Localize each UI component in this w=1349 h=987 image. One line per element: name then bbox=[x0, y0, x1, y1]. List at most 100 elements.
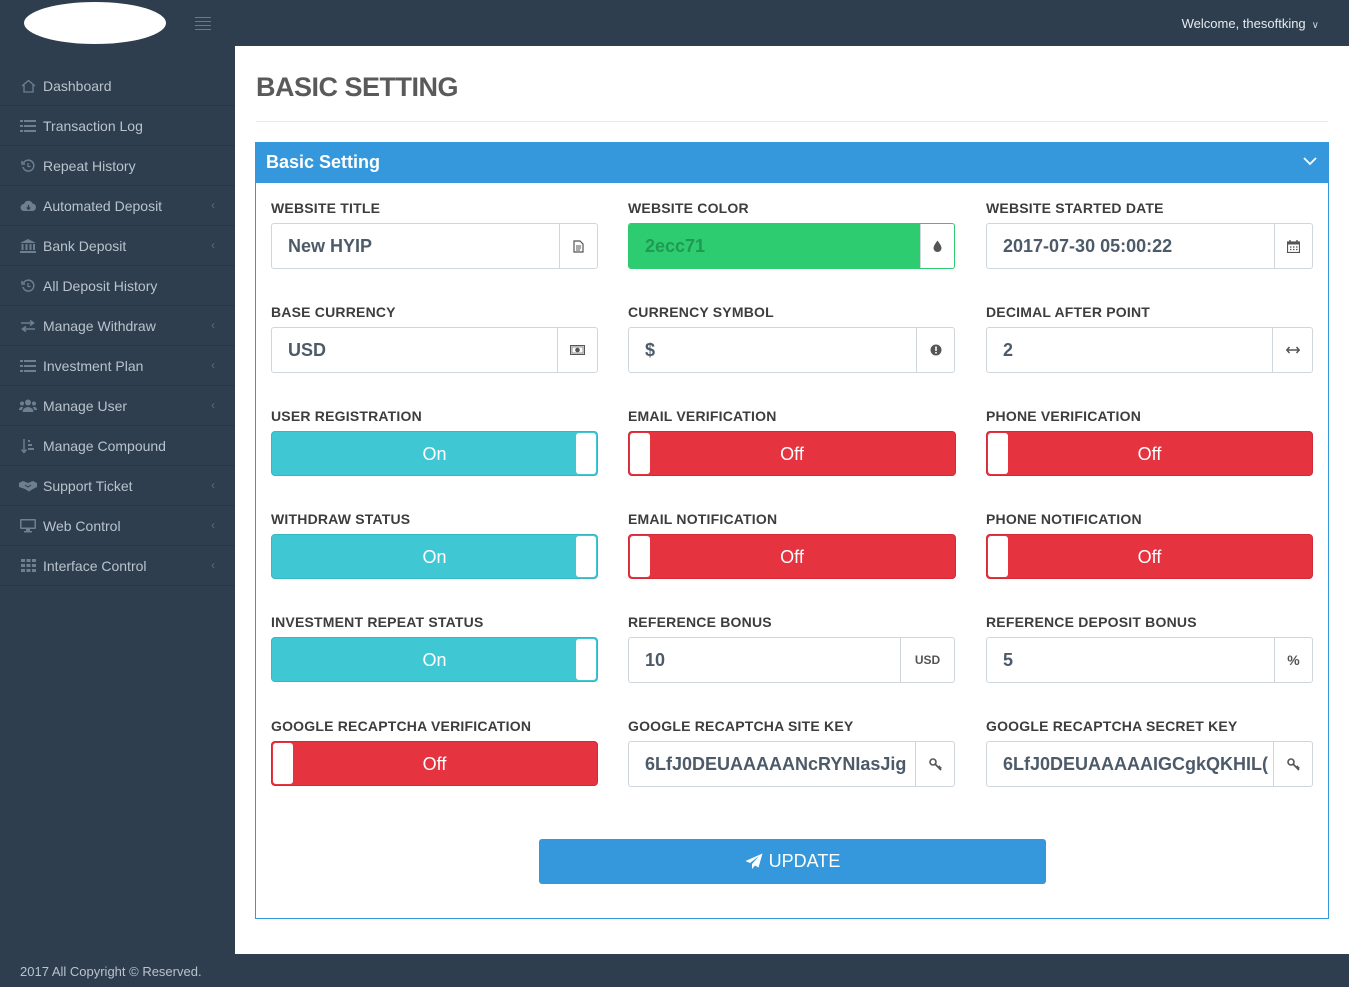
user-registration-field: USER REGISTRATION On bbox=[271, 408, 598, 476]
menu-toggle-icon[interactable] bbox=[195, 17, 211, 30]
chevron-down-icon[interactable] bbox=[1302, 153, 1318, 169]
sidebar-item-label: Manage User bbox=[43, 397, 128, 414]
toggle-knob bbox=[576, 639, 596, 680]
phone-notification-toggle[interactable]: Off bbox=[986, 534, 1313, 579]
toggle-state: On bbox=[422, 547, 447, 567]
toggle-state: Off bbox=[1137, 444, 1162, 464]
field-label: EMAIL NOTIFICATION bbox=[628, 511, 778, 527]
panel-header: Basic Setting bbox=[256, 143, 1328, 183]
email-verification-toggle[interactable]: Off bbox=[628, 431, 956, 476]
sidebar-item-manage-withdraw[interactable]: Manage Withdraw ‹ bbox=[0, 306, 235, 346]
currency-symbol-input[interactable]: $ bbox=[629, 328, 916, 372]
field-label: GOOGLE RECAPTCHA SECRET KEY bbox=[986, 718, 1238, 734]
sidebar-item-interface-control[interactable]: Interface Control ‹ bbox=[0, 546, 235, 586]
phone-notification-field: PHONE NOTIFICATION Off bbox=[986, 511, 1313, 579]
email-notification-toggle[interactable]: Off bbox=[628, 534, 956, 579]
sidebar-item-repeat-history[interactable]: Repeat History bbox=[0, 146, 235, 186]
investment-repeat-status-toggle[interactable]: On bbox=[271, 637, 598, 682]
google-recaptcha-secret-key-input[interactable]: 6LfJ0DEUAAAAAIGCgkQKHIL( bbox=[987, 742, 1273, 786]
toggle-knob bbox=[988, 433, 1008, 474]
decimal-after-point-input[interactable]: 2 bbox=[987, 328, 1272, 372]
sidebar-item-label: Support Ticket bbox=[43, 477, 133, 494]
chevron-left-icon: ‹ bbox=[211, 518, 215, 532]
toggle-knob bbox=[576, 536, 596, 577]
user-menu[interactable]: Welcome, thesoftking ∨ bbox=[1182, 16, 1319, 31]
update-button[interactable]: UPDATE bbox=[539, 839, 1046, 884]
field-label: CURRENCY SYMBOL bbox=[628, 304, 774, 320]
chevron-left-icon: ‹ bbox=[211, 358, 215, 372]
field-label: PHONE VERIFICATION bbox=[986, 408, 1142, 424]
base-currency-input[interactable]: USD bbox=[272, 328, 557, 372]
field-label: WEBSITE COLOR bbox=[628, 200, 749, 216]
phone-verification-field: PHONE VERIFICATION Off bbox=[986, 408, 1313, 476]
email-notification-field: EMAIL NOTIFICATION Off bbox=[628, 511, 956, 579]
toggle-knob bbox=[630, 433, 650, 474]
arrows-h-icon bbox=[1272, 328, 1312, 372]
sidebar: Dashboard Transaction Log Repeat History… bbox=[0, 46, 235, 954]
base-currency-field: BASE CURRENCY USD bbox=[271, 304, 598, 373]
sidebar-item-support-ticket[interactable]: Support Ticket ‹ bbox=[0, 466, 235, 506]
exclamation-icon bbox=[916, 328, 954, 372]
field-label: USER REGISTRATION bbox=[271, 408, 422, 424]
field-label: DECIMAL AFTER POINT bbox=[986, 304, 1151, 320]
sidebar-item-transaction-log[interactable]: Transaction Log bbox=[0, 106, 235, 146]
exchange-icon bbox=[17, 318, 39, 334]
sidebar-item-all-deposit-history[interactable]: All Deposit History bbox=[0, 266, 235, 306]
cloud-download-icon bbox=[17, 198, 39, 214]
website-title-input[interactable]: New HYIP bbox=[272, 224, 559, 268]
google-recaptcha-site-key-field: GOOGLE RECAPTCHA SITE KEY 6LfJ0DEUAAAAAN… bbox=[628, 718, 955, 787]
money-icon bbox=[557, 328, 597, 372]
field-label: INVESTMENT REPEAT STATUS bbox=[271, 614, 484, 630]
sidebar-item-automated-deposit[interactable]: Automated Deposit ‹ bbox=[0, 186, 235, 226]
sidebar-item-manage-user[interactable]: Manage User ‹ bbox=[0, 386, 235, 426]
top-navbar: Welcome, thesoftking ∨ bbox=[0, 0, 1349, 46]
field-label: PHONE NOTIFICATION bbox=[986, 511, 1142, 527]
sidebar-item-manage-compound[interactable]: Manage Compound bbox=[0, 426, 235, 466]
sidebar-item-web-control[interactable]: Web Control ‹ bbox=[0, 506, 235, 546]
field-label: WITHDRAW STATUS bbox=[271, 511, 411, 527]
phone-verification-toggle[interactable]: Off bbox=[986, 431, 1313, 476]
sidebar-item-bank-deposit[interactable]: Bank Deposit ‹ bbox=[0, 226, 235, 266]
chevron-left-icon: ‹ bbox=[211, 478, 215, 492]
currency-addon: USD bbox=[900, 638, 954, 682]
site-logo[interactable] bbox=[24, 2, 166, 44]
sidebar-item-label: Dashboard bbox=[43, 77, 112, 94]
google-recaptcha-verification-field: GOOGLE RECAPTCHA VERIFICATION Off bbox=[271, 718, 598, 786]
sidebar-item-label: Investment Plan bbox=[43, 357, 144, 374]
field-label: REFERENCE BONUS bbox=[628, 614, 772, 630]
panel-title: Basic Setting bbox=[266, 152, 381, 172]
sidebar-item-investment-plan[interactable]: Investment Plan ‹ bbox=[0, 346, 235, 386]
google-recaptcha-site-key-input[interactable]: 6LfJ0DEUAAAAANcRYNIasJig bbox=[629, 742, 915, 786]
key-icon bbox=[1273, 742, 1312, 786]
page-title: BASIC SETTING bbox=[256, 72, 459, 102]
sidebar-item-label: Manage Withdraw bbox=[43, 317, 156, 334]
basic-setting-panel: Basic Setting WEBSITE TITLE New HYIP WEB… bbox=[255, 142, 1329, 919]
website-started-date-input[interactable]: 2017-07-30 05:00:22 bbox=[987, 224, 1274, 268]
history-icon bbox=[17, 278, 39, 294]
website-color-input[interactable]: 2ecc71 bbox=[629, 224, 920, 268]
reference-deposit-bonus-input[interactable]: 5 bbox=[987, 638, 1274, 682]
website-color-field: WEBSITE COLOR 2ecc71 bbox=[628, 200, 955, 269]
withdraw-status-toggle[interactable]: On bbox=[271, 534, 598, 579]
desktop-icon bbox=[17, 518, 39, 534]
sidebar-item-dashboard[interactable]: Dashboard bbox=[0, 66, 235, 106]
google-recaptcha-verification-toggle[interactable]: Off bbox=[271, 741, 598, 786]
user-registration-toggle[interactable]: On bbox=[271, 431, 598, 476]
grid-icon bbox=[17, 558, 39, 574]
sidebar-item-label: Bank Deposit bbox=[43, 237, 127, 254]
website-title-field: WEBSITE TITLE New HYIP bbox=[271, 200, 598, 269]
field-label: EMAIL VERIFICATION bbox=[628, 408, 777, 424]
toggle-knob bbox=[576, 433, 596, 474]
sidebar-menu: Dashboard Transaction Log Repeat History… bbox=[0, 66, 235, 586]
home-icon bbox=[17, 78, 39, 94]
toggle-state: Off bbox=[422, 754, 447, 774]
sidebar-item-label: Transaction Log bbox=[43, 117, 143, 134]
chevron-left-icon: ‹ bbox=[211, 198, 215, 212]
bank-icon bbox=[17, 238, 39, 254]
tint-icon bbox=[920, 224, 954, 268]
decimal-after-point-field: DECIMAL AFTER POINT 2 bbox=[986, 304, 1313, 373]
reference-deposit-bonus-field: REFERENCE DEPOSIT BONUS 5 % bbox=[986, 614, 1313, 683]
reference-bonus-input[interactable]: 10 bbox=[629, 638, 900, 682]
toggle-state: Off bbox=[780, 444, 804, 464]
sidebar-item-label: Automated Deposit bbox=[43, 197, 163, 214]
